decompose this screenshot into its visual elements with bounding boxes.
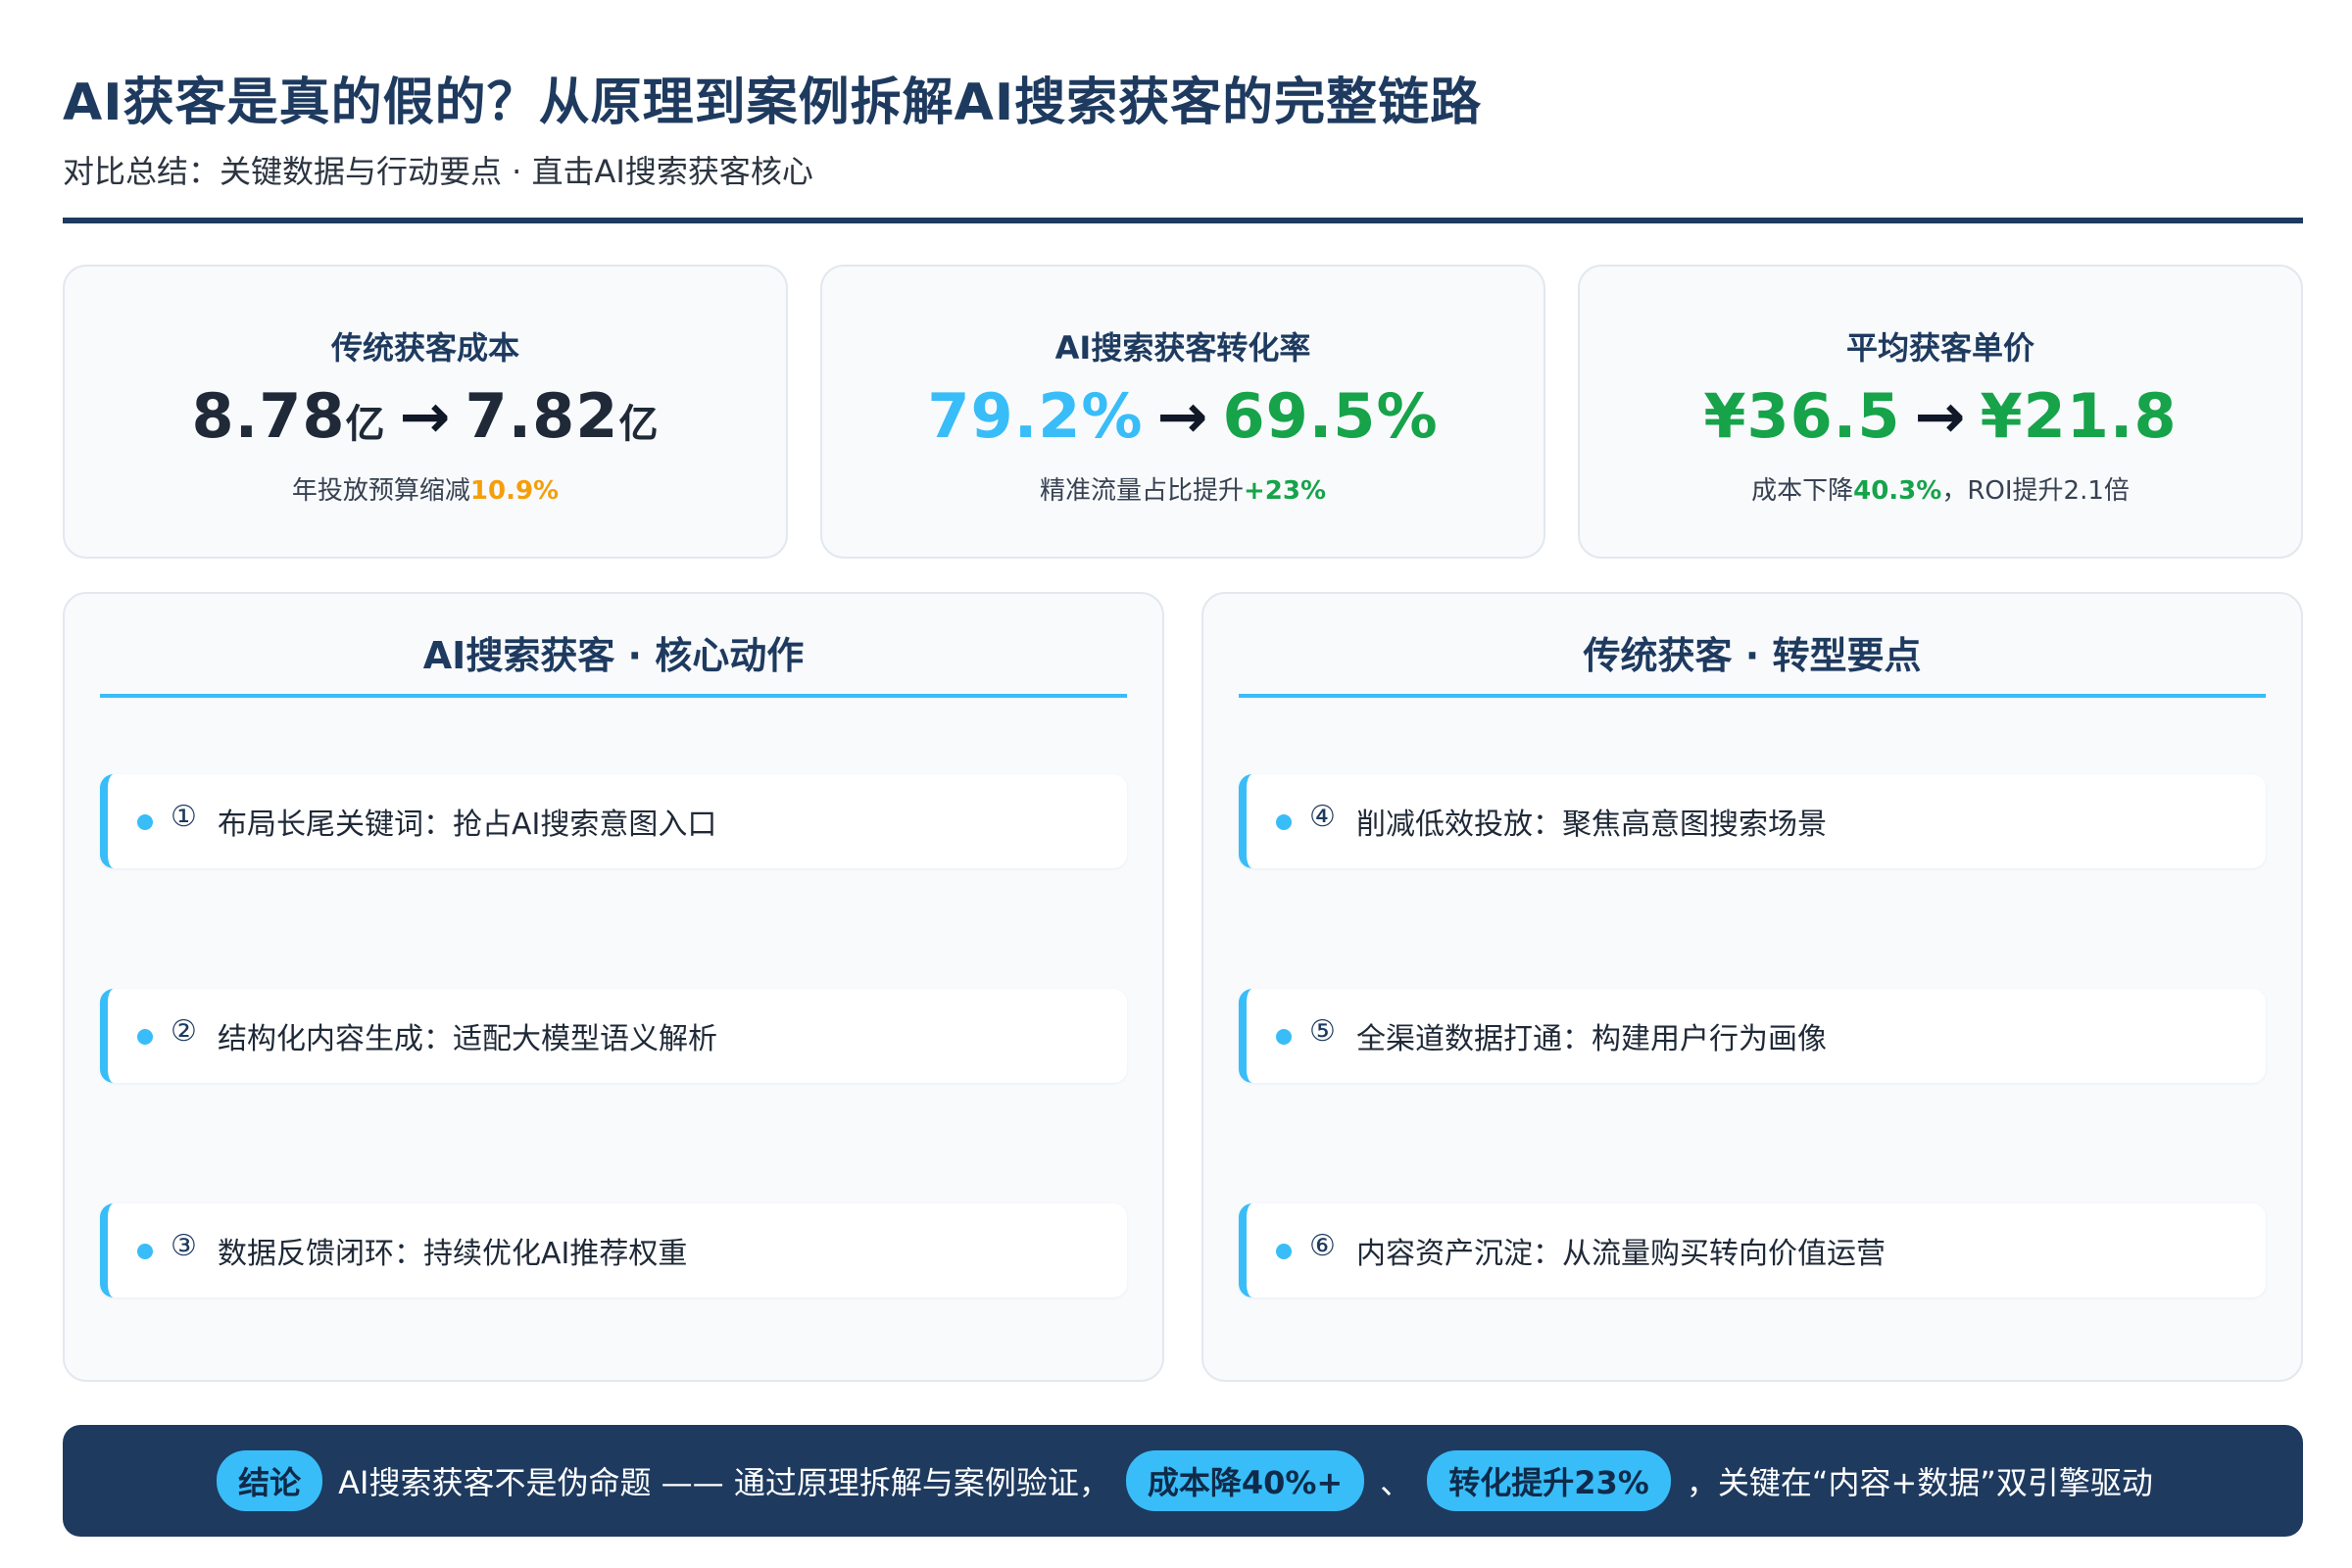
- stat-label: 传统获客成本: [330, 329, 519, 367]
- arrow-icon: →: [399, 380, 452, 452]
- stat-from-unit: 亿: [345, 402, 386, 447]
- item-text: 结构化内容生成：适配大模型语义解析: [218, 1022, 717, 1056]
- item-number: ④: [1309, 800, 1336, 834]
- stat-note-prefix: 年投放预算缩减: [291, 476, 470, 506]
- item-number: ②: [171, 1014, 197, 1049]
- conclusion-text-2: ，关键在“内容+数据”双引擎驱动: [1686, 1464, 2153, 1501]
- list-item: ⑤ 全渠道数据打通：构建用户行为画像: [1239, 989, 2266, 1083]
- stat-from-value: 8.78: [191, 380, 346, 452]
- stat-to-value: 69.5%: [1222, 380, 1439, 452]
- item-text: 全渠道数据打通：构建用户行为画像: [1356, 1022, 1827, 1056]
- item-number: ①: [171, 800, 197, 834]
- panel-title: AI搜索获客 · 核心动作: [422, 634, 805, 677]
- list-item: ④ 削减低效投放：聚焦高意图搜索场景: [1239, 774, 2266, 868]
- bullet-dot-icon: [1276, 814, 1292, 830]
- item-number: ③: [171, 1229, 197, 1263]
- stat-from-value: 79.2%: [927, 380, 1144, 452]
- conclusion-banner: 结论 AI搜索获客不是伪命题 —— 通过原理拆解与案例验证， 成本降40%+ 、…: [63, 1425, 2303, 1537]
- stat-note: 成本下降40.3%，ROI提升2.1倍: [1580, 470, 2301, 507]
- bullet-dot-icon: [137, 1244, 153, 1259]
- item-text: 削减低效投放：聚焦高意图搜索场景: [1356, 808, 1827, 842]
- panel-divider: [1239, 694, 2266, 698]
- list-item: ① 布局长尾关键词：抢占AI搜索意图入口: [100, 774, 1127, 868]
- stat-note-prefix: 精准流量占比提升: [1039, 476, 1244, 506]
- bullet-dot-icon: [1276, 1029, 1292, 1045]
- panel-ai-core-actions: AI搜索获客 · 核心动作 ① 布局长尾关键词：抢占AI搜索意图入口 ② 结构化…: [63, 592, 1164, 1382]
- stat-from-value: ¥36.5: [1703, 380, 1901, 452]
- stat-note-highlight: 10.9%: [469, 476, 560, 506]
- stat-value: 79.2% → 69.5%: [822, 380, 1544, 452]
- stat-to-value: 7.82: [465, 380, 619, 452]
- item-text: 内容资产沉淀：从流量购买转向价值运营: [1356, 1237, 1886, 1271]
- stat-note-highlight: +23%: [1243, 476, 1327, 506]
- item-text: 数据反馈闭环：持续优化AI推荐权重: [218, 1237, 688, 1271]
- stat-card-unit-price: 平均获客单价 ¥36.5 → ¥21.8 成本下降40.3%，ROI提升2.1倍: [1578, 265, 2303, 559]
- stat-value: ¥36.5 → ¥21.8: [1580, 380, 2301, 452]
- stat-note-prefix: 成本下降: [1751, 476, 1854, 506]
- arrow-icon: →: [1914, 380, 1967, 452]
- bullet-dot-icon: [137, 814, 153, 830]
- page: AI获客是真的假的？从原理到案例拆解AI搜索获客的完整链路 对比总结：关键数据与…: [0, 0, 2352, 1568]
- stat-note-highlight: 40.3%: [1853, 476, 1942, 506]
- list-item: ⑥ 内容资产沉淀：从流量购买转向价值运营: [1239, 1203, 2266, 1298]
- stat-card-ai-conversion: AI搜索获客转化率 79.2% → 69.5% 精准流量占比提升+23%: [820, 265, 1545, 559]
- panel-title: 传统获客 · 转型要点: [1583, 634, 1922, 677]
- bullet-dot-icon: [1276, 1244, 1292, 1259]
- stat-value: 8.78亿 → 7.82亿: [65, 380, 786, 452]
- conclusion-text-1: AI搜索获客不是伪命题 —— 通过原理拆解与案例验证，: [338, 1464, 1110, 1501]
- page-title: AI获客是真的假的？从原理到案例拆解AI搜索获客的完整链路: [63, 74, 1483, 132]
- conclusion-pill-cost: 成本降40%+: [1125, 1450, 1365, 1511]
- list-item: ③ 数据反馈闭环：持续优化AI推荐权重: [100, 1203, 1127, 1298]
- stat-note-suffix: ，ROI提升2.1倍: [1941, 476, 2130, 506]
- arrow-icon: →: [1156, 380, 1209, 452]
- conclusion-pill-conversion: 转化提升23%: [1427, 1450, 1671, 1511]
- stat-note: 精准流量占比提升+23%: [822, 470, 1544, 507]
- stat-note: 年投放预算缩减10.9%: [65, 470, 786, 507]
- stat-to-unit: 亿: [618, 402, 660, 447]
- page-subtitle: 对比总结：关键数据与行动要点 · 直击AI搜索获客核心: [63, 153, 813, 190]
- title-divider: [63, 218, 2303, 223]
- stat-to-value: ¥21.8: [1980, 380, 2178, 452]
- item-text: 布局长尾关键词：抢占AI搜索意图入口: [218, 808, 717, 842]
- item-number: ⑤: [1309, 1014, 1336, 1049]
- conclusion-tag: 结论: [217, 1450, 323, 1511]
- conclusion-separator: 、: [1380, 1464, 1412, 1501]
- panel-divider: [100, 694, 1127, 698]
- stat-label: 平均获客单价: [1845, 329, 2034, 367]
- stat-label: AI搜索获客转化率: [1054, 329, 1311, 367]
- stat-card-traditional-cost: 传统获客成本 8.78亿 → 7.82亿 年投放预算缩减10.9%: [63, 265, 788, 559]
- list-item: ② 结构化内容生成：适配大模型语义解析: [100, 989, 1127, 1083]
- item-number: ⑥: [1309, 1229, 1336, 1263]
- panel-traditional-transition: 传统获客 · 转型要点 ④ 削减低效投放：聚焦高意图搜索场景 ⑤ 全渠道数据打通…: [1201, 592, 2303, 1382]
- bullet-dot-icon: [137, 1029, 153, 1045]
